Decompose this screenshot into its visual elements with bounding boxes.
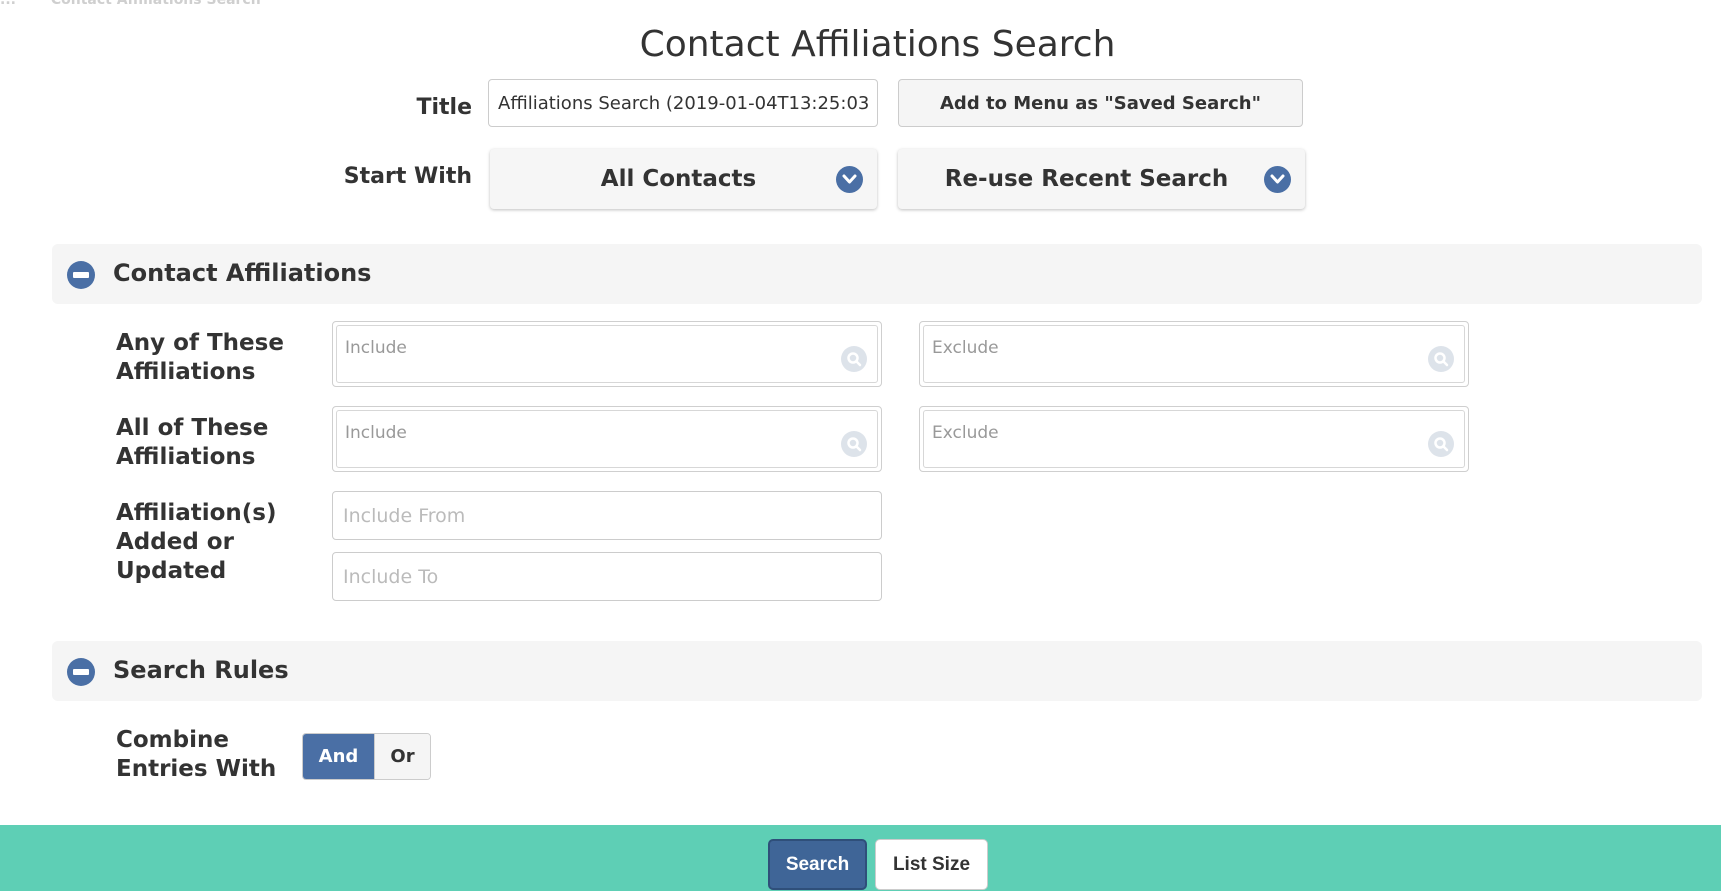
start-with-label: Start With (343, 164, 472, 189)
search-magnifier-icon (1428, 346, 1454, 372)
page: ... Contact Affiliations Search Contact … (0, 0, 1721, 891)
section-title: Contact Affiliations (113, 259, 372, 287)
combine-toggle[interactable]: And Or (302, 733, 431, 780)
contact-affiliations-section-header[interactable]: Contact Affiliations (52, 244, 1702, 304)
all-include-search[interactable]: Include (332, 406, 882, 472)
start-with-dropdown[interactable]: All Contacts (490, 149, 877, 209)
recent-search-dropdown[interactable]: Re-use Recent Search (898, 149, 1305, 209)
title-label: Title (416, 95, 472, 120)
all-exclude-search[interactable]: Exclude (919, 406, 1469, 472)
include-from-placeholder: Include From (343, 505, 466, 527)
all-affiliations-label: All of These Affiliations (116, 415, 269, 470)
breadcrumb: ... Contact Affiliations Search (0, 0, 291, 8)
search-magnifier-icon (841, 346, 867, 372)
any-affiliations-label: Any of These Affiliations (116, 330, 284, 385)
combine-entries-label: Combine Entries With (116, 727, 277, 782)
title-input[interactable] (488, 79, 878, 127)
breadcrumb-item[interactable]: ... (0, 0, 16, 8)
breadcrumb-item-current: Contact Affiliations Search (50, 0, 261, 8)
added-updated-label: Affiliation(s) Added or Updated (116, 500, 277, 584)
any-include-search[interactable]: Include (332, 321, 882, 387)
recent-search-label: Re-use Recent Search (944, 166, 1229, 192)
chevron-down-icon (1264, 166, 1291, 193)
include-placeholder: Include (345, 338, 407, 358)
exclude-placeholder: Exclude (932, 423, 999, 443)
collapse-minus-icon[interactable] (67, 658, 95, 686)
chevron-down-icon (836, 166, 863, 193)
include-placeholder: Include (345, 423, 407, 443)
and-toggle-option[interactable]: And (303, 734, 374, 779)
include-to-placeholder: Include To (343, 566, 439, 588)
include-to-input[interactable]: Include To (332, 552, 882, 601)
or-toggle-option[interactable]: Or (374, 734, 430, 779)
any-exclude-search[interactable]: Exclude (919, 321, 1469, 387)
search-button[interactable]: Search (768, 839, 867, 890)
section-title: Search Rules (113, 656, 289, 684)
collapse-minus-icon[interactable] (67, 261, 95, 289)
list-size-button[interactable]: List Size (875, 839, 988, 890)
search-magnifier-icon (1428, 431, 1454, 457)
exclude-placeholder: Exclude (932, 338, 999, 358)
start-with-value: All Contacts (600, 166, 757, 192)
search-rules-section-header[interactable]: Search Rules (52, 641, 1702, 701)
include-from-input[interactable]: Include From (332, 491, 882, 540)
search-magnifier-icon (841, 431, 867, 457)
add-saved-search-button[interactable]: Add to Menu as "Saved Search" (898, 79, 1303, 127)
page-title: Contact Affiliations Search (639, 24, 1116, 65)
